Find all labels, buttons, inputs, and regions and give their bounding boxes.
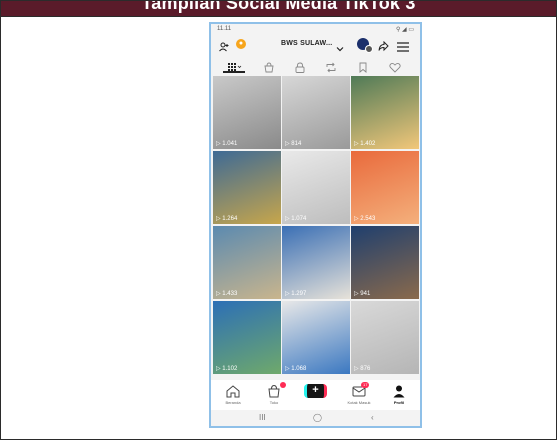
content-tabs [211,58,420,74]
video-tile[interactable]: ▷ 1.041 [213,76,281,149]
video-tile[interactable]: ▷ 941 [351,226,419,299]
create-button[interactable]: + [304,384,327,398]
back-icon[interactable]: ‹ [371,413,374,422]
coin-icon[interactable]: ● [236,39,246,49]
bottom-nav: Beranda Toko + 17 Kotak Masuk Profil [211,380,420,410]
view-count: ▷ 814 [285,141,302,147]
view-count: ▷ 2.543 [354,216,376,222]
video-tile[interactable]: ▷ 1.433 [213,226,281,299]
heading-bar: Tampilan Social Media TikTok 3 [1,1,556,16]
grid-icon[interactable] [228,60,242,71]
video-tile[interactable]: ▷ 1.402 [351,76,419,149]
phone-screenshot: 11.11 ⚲ ◢ ▭ ● BWS SULAW... ▷ 1.041 ▷ 814… [209,22,422,428]
add-user-icon[interactable] [219,39,229,52]
status-dot-icon [365,45,373,53]
view-count: ▷ 1.074 [285,216,307,222]
status-bar: 11.11 ⚲ ◢ ▭ [211,24,420,36]
nav-home-label: Beranda [225,400,241,405]
video-tile[interactable]: ▷ 1.297 [282,226,350,299]
view-count: ▷ 1.068 [285,366,307,372]
view-count: ▷ 1.402 [354,141,376,147]
profile-icon [391,384,407,398]
tab-underline [223,71,245,73]
video-tile[interactable]: ▷ 814 [282,76,350,149]
system-nav-bar: III ◯ ‹ [211,410,420,426]
video-tile[interactable]: ▷ 1.264 [213,151,281,224]
profile-top-bar: ● BWS SULAW... [211,37,420,53]
recent-apps-icon[interactable]: III [259,413,266,422]
account-switcher[interactable]: BWS SULAW... [281,40,332,47]
document-frame: Tampilan Social Media TikTok 3 11.11 ⚲ ◢… [0,0,557,440]
menu-icon[interactable] [397,39,409,52]
view-count: ▷ 1.264 [216,216,238,222]
video-tile[interactable]: ▷ 876 [351,301,419,374]
heart-icon[interactable] [389,60,401,73]
view-count: ▷ 1.433 [216,291,238,297]
video-tile[interactable]: ▷ 1.068 [282,301,350,374]
repost-icon[interactable] [325,60,337,73]
nav-shop[interactable]: Toko [254,382,294,410]
home-icon [225,384,241,398]
view-count: ▷ 876 [354,366,371,372]
divider [1,16,556,17]
nav-profile[interactable]: Profil [379,382,419,410]
chevron-down-icon[interactable] [336,40,344,52]
video-tile[interactable]: ▷ 2.543 [351,151,419,224]
status-time: 11.11 [217,26,232,32]
shopping-bag-icon[interactable] [263,60,275,73]
video-tile[interactable]: ▷ 1.074 [282,151,350,224]
video-grid: ▷ 1.041 ▷ 814 ▷ 1.402 ▷ 1.264 ▷ 1.074 ▷ 2.543… [211,76,420,378]
share-icon[interactable] [378,39,389,52]
view-count: ▷ 941 [354,291,371,297]
view-count: ▷ 1.297 [285,291,307,297]
page-title: Tampilan Social Media TikTok 3 [141,1,416,13]
nav-inbox-label: Kotak Masuk [347,400,371,405]
bookmark-icon[interactable] [357,60,369,73]
lock-icon[interactable] [294,60,306,73]
view-count: ▷ 1.102 [216,366,238,372]
nav-profile-label: Profil [393,400,405,405]
video-tile[interactable]: ▷ 1.102 [213,301,281,374]
home-button-icon[interactable]: ◯ [313,413,322,422]
inbox-badge: 17 [361,382,370,388]
nav-shop-label: Toko [269,400,279,405]
status-indicators: ⚲ ◢ ▭ [395,27,414,33]
nav-inbox[interactable]: 17 Kotak Masuk [339,382,379,410]
view-count: ▷ 1.041 [216,141,238,147]
nav-home[interactable]: Beranda [213,382,253,410]
shop-badge [280,382,286,388]
